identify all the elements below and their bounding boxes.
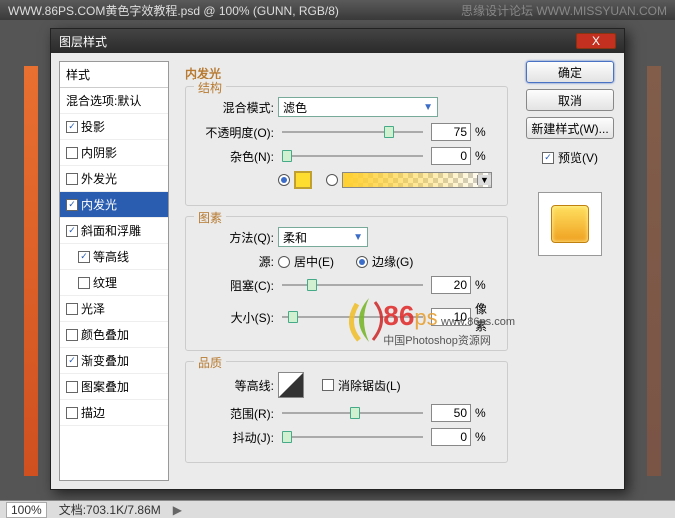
opacity-input[interactable]: 75 [431, 123, 471, 141]
panel-title: 内发光 [185, 65, 508, 82]
style-checkbox[interactable] [66, 199, 78, 211]
style-label: 内阴影 [81, 144, 117, 161]
dialog-titlebar[interactable]: 图层样式 X [51, 29, 624, 53]
style-item[interactable]: 颜色叠加 [60, 322, 168, 348]
style-label: 等高线 [93, 248, 129, 265]
chevron-down-icon: ▼ [353, 232, 363, 243]
gradient-picker[interactable]: ▼ [342, 172, 492, 188]
chevron-down-icon: ▼ [423, 102, 433, 113]
noise-slider[interactable] [282, 147, 423, 165]
jitter-label: 抖动(J): [200, 429, 274, 446]
layer-style-dialog: 图层样式 X 样式 混合选项:默认 投影内阴影外发光内发光斜面和浮雕等高线纹理光… [50, 28, 625, 490]
style-item[interactable]: 等高线 [60, 244, 168, 270]
color-radio[interactable] [278, 174, 290, 186]
style-label: 描边 [81, 404, 105, 421]
range-label: 范围(R): [200, 405, 274, 422]
style-checkbox[interactable] [66, 303, 78, 315]
style-label: 光泽 [81, 300, 105, 317]
style-item[interactable]: 纹理 [60, 270, 168, 296]
style-label: 渐变叠加 [81, 352, 129, 369]
style-item[interactable]: 内发光 [60, 192, 168, 218]
style-item[interactable]: 外发光 [60, 166, 168, 192]
blend-mode-label: 混合模式: [200, 99, 274, 116]
style-label: 投影 [81, 118, 105, 135]
preview-thumbnail [538, 192, 602, 256]
jitter-input[interactable]: 0 [431, 428, 471, 446]
style-label: 颜色叠加 [81, 326, 129, 343]
choke-slider[interactable] [282, 276, 423, 294]
noise-label: 杂色(N): [200, 148, 274, 165]
blend-mode-select[interactable]: 滤色▼ [278, 97, 438, 117]
app-title-right: 思缘设计论坛 WWW.MISSYUAN.COM [461, 2, 667, 19]
style-list: 样式 混合选项:默认 投影内阴影外发光内发光斜面和浮雕等高线纹理光泽颜色叠加渐变… [59, 61, 169, 481]
size-slider[interactable] [282, 308, 423, 326]
canvas-content-right [647, 66, 661, 476]
elements-group: 图素 方法(Q): 柔和▼ 源: 居中(E) 边缘(G) 阻塞(C): [185, 216, 508, 351]
style-item[interactable]: 内阴影 [60, 140, 168, 166]
style-checkbox[interactable] [78, 277, 90, 289]
style-item[interactable]: 投影 [60, 114, 168, 140]
opacity-label: 不透明度(O): [200, 124, 274, 141]
size-label: 大小(S): [200, 309, 274, 326]
source-center-radio[interactable] [278, 256, 290, 268]
ok-button[interactable]: 确定 [526, 61, 614, 83]
canvas-content-left [24, 66, 38, 476]
gradient-radio[interactable] [326, 174, 338, 186]
source-label: 源: [200, 253, 274, 270]
range-input[interactable]: 50 [431, 404, 471, 422]
doc-size: 文档:703.1K/7.86M [59, 501, 161, 518]
style-label: 外发光 [81, 170, 117, 187]
style-checkbox[interactable] [66, 173, 78, 185]
new-style-button[interactable]: 新建样式(W)... [526, 117, 614, 139]
style-item[interactable]: 斜面和浮雕 [60, 218, 168, 244]
style-checkbox[interactable] [66, 329, 78, 341]
technique-select[interactable]: 柔和▼ [278, 227, 368, 247]
style-label: 斜面和浮雕 [81, 222, 141, 239]
style-item[interactable]: 描边 [60, 400, 168, 426]
choke-label: 阻塞(C): [200, 277, 274, 294]
close-button[interactable]: X [576, 33, 616, 49]
contour-picker[interactable] [278, 372, 304, 398]
dialog-buttons: 确定 取消 新建样式(W)... 预览(V) [524, 61, 616, 481]
style-item[interactable]: 图案叠加 [60, 374, 168, 400]
quality-group: 品质 等高线: 消除锯齿(L) 范围(R): 50 % 抖动(J): [185, 361, 508, 463]
cancel-button[interactable]: 取消 [526, 89, 614, 111]
technique-label: 方法(Q): [200, 229, 274, 246]
contour-label: 等高线: [200, 377, 274, 394]
zoom-level[interactable]: 100% [6, 502, 47, 518]
choke-input[interactable]: 20 [431, 276, 471, 294]
style-checkbox[interactable] [66, 381, 78, 393]
noise-input[interactable]: 0 [431, 147, 471, 165]
preview-checkbox[interactable] [542, 152, 554, 164]
antialias-checkbox[interactable] [322, 379, 334, 391]
app-title-left: WWW.86PS.COM黄色字效教程.psd @ 100% (GUNN, RGB… [8, 2, 339, 19]
color-swatch[interactable] [294, 171, 312, 189]
source-edge-radio[interactable] [356, 256, 368, 268]
style-checkbox[interactable] [78, 251, 90, 263]
range-slider[interactable] [282, 404, 423, 422]
jitter-slider[interactable] [282, 428, 423, 446]
style-item[interactable]: 光泽 [60, 296, 168, 322]
blend-defaults-item[interactable]: 混合选项:默认 [60, 88, 168, 114]
options-panel: 内发光 结构 混合模式: 滤色▼ 不透明度(O): 75 % 杂色(N): [177, 61, 516, 481]
status-bar: 100% 文档:703.1K/7.86M ▶ [0, 500, 675, 518]
structure-group: 结构 混合模式: 滤色▼ 不透明度(O): 75 % 杂色(N): 0 [185, 86, 508, 206]
style-checkbox[interactable] [66, 407, 78, 419]
styles-header[interactable]: 样式 [60, 62, 168, 88]
opacity-slider[interactable] [282, 123, 423, 141]
app-titlebar: WWW.86PS.COM黄色字效教程.psd @ 100% (GUNN, RGB… [0, 0, 675, 20]
chevron-down-icon: ▼ [477, 175, 491, 185]
style-checkbox[interactable] [66, 147, 78, 159]
style-checkbox[interactable] [66, 121, 78, 133]
style-item[interactable]: 渐变叠加 [60, 348, 168, 374]
style-label: 图案叠加 [81, 378, 129, 395]
style-label: 内发光 [81, 196, 117, 213]
style-checkbox[interactable] [66, 225, 78, 237]
size-input[interactable]: 10 [431, 308, 471, 326]
dialog-title: 图层样式 [59, 33, 107, 50]
style-label: 纹理 [93, 274, 117, 291]
style-checkbox[interactable] [66, 355, 78, 367]
